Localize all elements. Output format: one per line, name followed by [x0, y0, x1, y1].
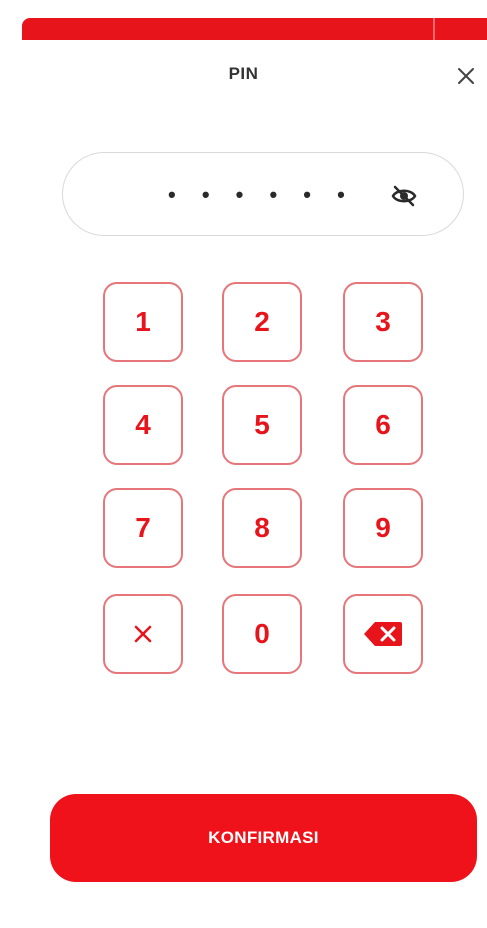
keypad-clear-button[interactable] [103, 594, 183, 674]
clear-icon [134, 625, 152, 643]
keypad-key-5[interactable]: 5 [222, 385, 302, 465]
keypad-key-8[interactable]: 8 [222, 488, 302, 568]
top-accent-bar [22, 18, 487, 40]
key-label: 4 [135, 409, 151, 440]
key-label: 6 [375, 409, 391, 440]
backspace-icon [364, 622, 402, 646]
keypad-key-3[interactable]: 3 [343, 282, 423, 362]
close-button[interactable] [448, 58, 484, 94]
keypad-backspace-button[interactable] [343, 594, 423, 674]
keypad-key-6[interactable]: 6 [343, 385, 423, 465]
pin-masked-value: • • • • • • [168, 182, 355, 207]
key-label: 5 [254, 409, 270, 440]
key-label: 2 [254, 306, 270, 337]
keypad-key-2[interactable]: 2 [222, 282, 302, 362]
keypad-key-4[interactable]: 4 [103, 385, 183, 465]
confirm-button-label: KONFIRMASI [208, 828, 319, 847]
keypad-key-1[interactable]: 1 [103, 282, 183, 362]
key-label: 7 [135, 512, 151, 543]
keypad-key-7[interactable]: 7 [103, 488, 183, 568]
page-title: PIN [228, 64, 259, 83]
key-label: 1 [135, 306, 151, 337]
key-label: 8 [254, 512, 270, 543]
close-icon [458, 68, 474, 84]
confirm-button[interactable]: KONFIRMASI [50, 794, 477, 882]
keypad-key-0[interactable]: 0 [222, 594, 302, 674]
key-label: 3 [375, 306, 391, 337]
keypad-key-9[interactable]: 9 [343, 488, 423, 568]
eye-off-icon [391, 185, 417, 207]
pin-visibility-toggle[interactable] [388, 180, 420, 212]
key-label: 9 [375, 512, 391, 543]
key-label: 0 [254, 618, 270, 649]
top-bar-divider [433, 18, 435, 40]
